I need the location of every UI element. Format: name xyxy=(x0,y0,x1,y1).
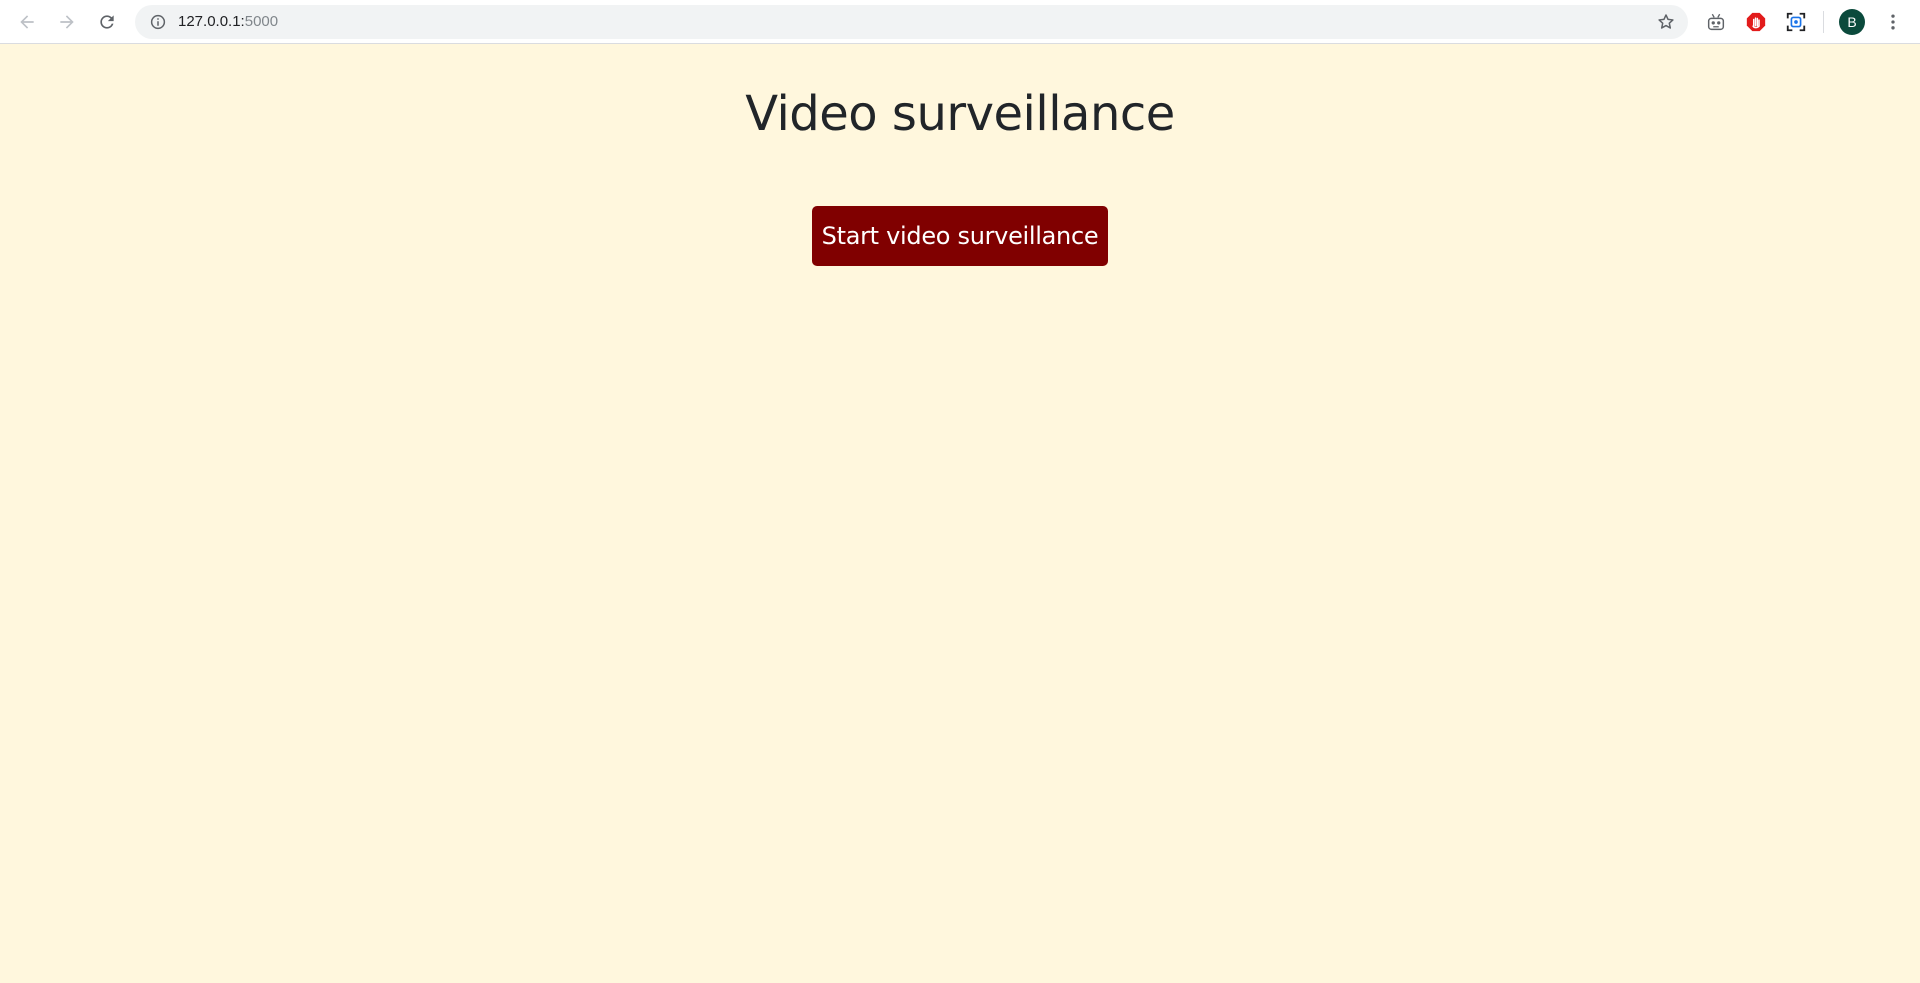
page-content: Video surveillance Start video surveilla… xyxy=(0,45,1920,983)
stop-hand-extension-button[interactable] xyxy=(1743,9,1769,35)
kebab-menu-icon xyxy=(1891,14,1895,30)
screenshot-extension-icon xyxy=(1786,12,1806,32)
toolbar-divider xyxy=(1823,11,1824,33)
forward-button[interactable] xyxy=(51,6,83,38)
robot-extension-button[interactable] xyxy=(1703,9,1729,35)
browser-toolbar: 127.0.0.1:5000 B xyxy=(0,0,1920,44)
start-video-surveillance-button[interactable]: Start video surveillance xyxy=(812,206,1108,266)
star-icon[interactable] xyxy=(1656,12,1676,32)
forward-arrow-icon xyxy=(60,15,74,29)
info-icon[interactable] xyxy=(149,13,167,31)
browser-menu-button[interactable] xyxy=(1880,9,1906,35)
reload-button[interactable] xyxy=(91,6,123,38)
url-port: 5000 xyxy=(244,13,279,30)
url-text[interactable]: 127.0.0.1:5000 xyxy=(178,13,278,31)
stop-hand-extension-icon xyxy=(1746,12,1766,32)
back-arrow-icon xyxy=(20,15,34,29)
profile-avatar[interactable]: B xyxy=(1839,9,1865,35)
url-host: 127.0.0.1: xyxy=(178,13,245,30)
screenshot-extension-button[interactable] xyxy=(1783,9,1809,35)
page-title: Video surveillance xyxy=(745,86,1175,142)
back-button[interactable] xyxy=(11,6,43,38)
reload-icon xyxy=(100,15,114,29)
robot-extension-icon xyxy=(1707,13,1725,31)
address-bar[interactable]: 127.0.0.1:5000 xyxy=(135,5,1688,39)
